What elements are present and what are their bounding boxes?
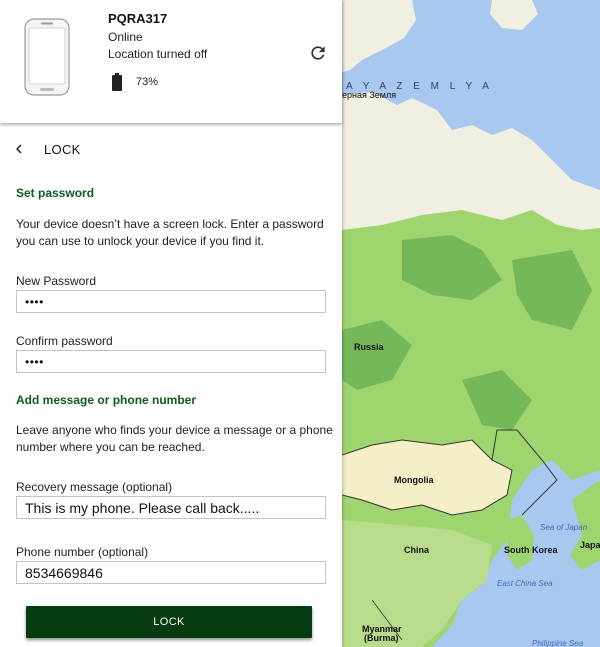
map-label-burma: (Burma)	[364, 633, 399, 643]
recovery-message-field[interactable]	[16, 496, 326, 519]
set-password-title: Set password	[16, 186, 95, 200]
confirm-password-label: Confirm password	[16, 334, 113, 348]
message-section-title: Add message or phone number	[16, 393, 197, 407]
map-canvas[interactable]: A Y A Z E M L Y A ерная Земля Russia Mon…	[342, 0, 600, 647]
phone-number-label: Phone number (optional)	[16, 545, 149, 559]
map-label-china: China	[404, 545, 430, 555]
battery-level: 73%	[136, 76, 159, 88]
map-label-south-korea: South Korea	[504, 545, 558, 555]
new-password-label: New Password	[16, 274, 97, 288]
device-card: PQRA317 Online Location turned off 73%	[0, 0, 342, 123]
map-label-mongolia: Mongolia	[394, 475, 434, 485]
map-label-russia: Russia	[354, 342, 385, 352]
device-location: Location turned off	[108, 47, 208, 61]
lock-button[interactable]: LOCK	[26, 606, 312, 638]
map-label-sea-of-japan: Sea of Japan	[540, 523, 588, 532]
phone-number-field[interactable]	[16, 561, 326, 584]
page-title: LOCK	[44, 142, 81, 157]
chevron-left-icon[interactable]	[10, 140, 28, 158]
confirm-password-field[interactable]	[16, 350, 326, 373]
map[interactable]: A Y A Z E M L Y A ерная Земля Russia Mon…	[342, 0, 600, 647]
map-label-philippine-sea: Philippine Sea	[532, 639, 584, 647]
battery-icon	[112, 73, 122, 91]
map-label-japan: Japa	[580, 540, 600, 550]
new-password-field[interactable]	[16, 290, 326, 313]
message-description: Leave anyone who finds your device a mes…	[16, 423, 333, 454]
phone-icon	[24, 18, 70, 96]
recovery-message-label: Recovery message (optional)	[16, 480, 173, 494]
map-label-east-china-sea: East China Sea	[497, 579, 553, 588]
device-status: Online	[108, 30, 143, 44]
map-label-zemlya-ru: ерная Земля	[342, 90, 396, 100]
device-name: PQRA317	[108, 11, 168, 26]
side-panel: PQRA317 Online Location turned off 73% L…	[0, 0, 342, 647]
set-password-description: Your device doesn’t have a screen lock. …	[16, 217, 324, 248]
refresh-icon[interactable]	[308, 43, 328, 63]
lock-header: LOCK	[0, 130, 342, 168]
